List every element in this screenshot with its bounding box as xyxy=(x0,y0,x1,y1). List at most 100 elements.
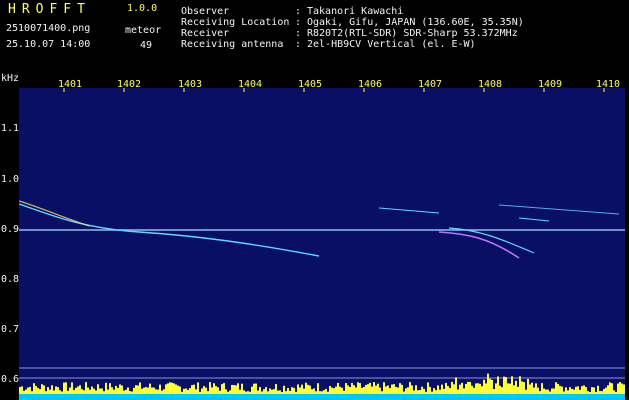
activity-bar xyxy=(109,383,111,394)
activity-bar xyxy=(39,389,41,394)
activity-bar xyxy=(613,390,615,394)
activity-bar xyxy=(599,391,601,394)
activity-bar xyxy=(271,389,273,394)
freq-tick-0-9: 0.9 xyxy=(1,224,20,235)
activity-bar xyxy=(601,391,603,394)
activity-bar xyxy=(619,382,621,394)
activity-bar xyxy=(549,391,551,394)
activity-bar xyxy=(239,389,241,394)
activity-bar xyxy=(387,385,389,394)
activity-bar xyxy=(571,388,573,394)
freq-tick-1-1: 1.1 xyxy=(1,123,20,134)
activity-bar xyxy=(551,388,553,394)
activity-bar xyxy=(259,387,261,394)
activity-bar xyxy=(87,387,89,394)
activity-bar xyxy=(255,383,257,394)
activity-bar xyxy=(425,391,427,394)
activity-bar xyxy=(583,385,585,394)
activity-bar xyxy=(299,387,301,394)
activity-bar xyxy=(183,388,185,394)
activity-bar xyxy=(589,391,591,394)
activity-bar xyxy=(521,381,523,394)
activity-bar xyxy=(501,387,503,394)
activity-bar xyxy=(405,388,407,394)
receiver-colon: : xyxy=(295,28,302,39)
activity-bar xyxy=(83,390,85,394)
activity-bar xyxy=(585,387,587,394)
activity-bar xyxy=(399,383,401,394)
activity-bar xyxy=(79,385,81,394)
activity-bar xyxy=(201,388,203,394)
activity-bar xyxy=(249,391,251,394)
activity-baseline xyxy=(19,394,625,400)
activity-bar xyxy=(529,384,531,394)
activity-bar xyxy=(345,383,347,394)
activity-bar xyxy=(563,391,565,394)
activity-bar xyxy=(365,384,367,394)
activity-bar xyxy=(265,387,267,394)
activity-bar xyxy=(497,376,499,394)
activity-bar xyxy=(157,389,159,394)
activity-bar xyxy=(451,381,453,394)
activity-bar xyxy=(337,382,339,394)
activity-bar xyxy=(509,383,511,394)
activity-bar xyxy=(465,383,467,394)
activity-bar xyxy=(395,386,397,394)
activity-bar xyxy=(375,385,377,394)
activity-bar xyxy=(151,387,153,394)
activity-bar xyxy=(129,391,131,394)
observer-value: Takanori Kawachi xyxy=(307,6,404,17)
activity-bar xyxy=(289,390,291,394)
activity-bar xyxy=(27,387,29,394)
activity-bar xyxy=(105,382,107,394)
activity-bar xyxy=(447,386,449,394)
activity-bar xyxy=(295,391,297,394)
activity-bar xyxy=(197,382,199,394)
activity-bar xyxy=(313,388,315,394)
activity-bar xyxy=(577,386,579,394)
activity-bar xyxy=(351,382,353,394)
activity-bar xyxy=(445,382,447,394)
activity-bar xyxy=(285,391,287,394)
activity-bar xyxy=(19,387,21,394)
activity-bar xyxy=(309,385,311,394)
activity-bar xyxy=(419,389,421,394)
antenna-label: Receiving antenna xyxy=(181,39,284,50)
antenna-colon: : xyxy=(295,39,302,50)
activity-bar xyxy=(193,384,195,394)
activity-bar xyxy=(251,386,253,394)
activity-bar xyxy=(307,384,309,394)
spectrogram-noise xyxy=(19,88,625,400)
activity-bar xyxy=(435,390,437,394)
location-label: Receiving Location xyxy=(181,17,290,28)
activity-bar xyxy=(535,383,537,394)
activity-bar xyxy=(107,389,109,394)
activity-bar xyxy=(75,387,77,394)
activity-bar xyxy=(153,387,155,394)
activity-bar xyxy=(85,382,87,394)
activity-bar xyxy=(463,388,465,394)
activity-bar xyxy=(417,390,419,394)
activity-bar xyxy=(355,387,357,394)
activity-bar xyxy=(553,388,555,394)
freq-tick-1-0: 1.0 xyxy=(1,174,20,185)
activity-bar xyxy=(305,382,307,394)
activity-bar xyxy=(389,388,391,394)
activity-bar xyxy=(215,386,217,394)
activity-bar xyxy=(369,382,371,394)
activity-bar xyxy=(135,385,137,394)
activity-bar xyxy=(469,381,471,394)
activity-bar xyxy=(279,390,281,394)
activity-bar xyxy=(175,384,177,394)
meteor-count: 49 xyxy=(140,40,153,51)
activity-bar xyxy=(293,387,295,394)
activity-bar xyxy=(539,391,541,394)
freq-tick-0-8: 0.8 xyxy=(1,274,20,285)
activity-bar xyxy=(119,384,121,394)
activity-bar xyxy=(433,388,435,394)
activity-bar xyxy=(95,390,97,394)
activity-bar xyxy=(287,387,289,394)
activity-bar xyxy=(243,390,245,394)
activity-bar xyxy=(493,389,495,394)
activity-bar xyxy=(443,388,445,394)
